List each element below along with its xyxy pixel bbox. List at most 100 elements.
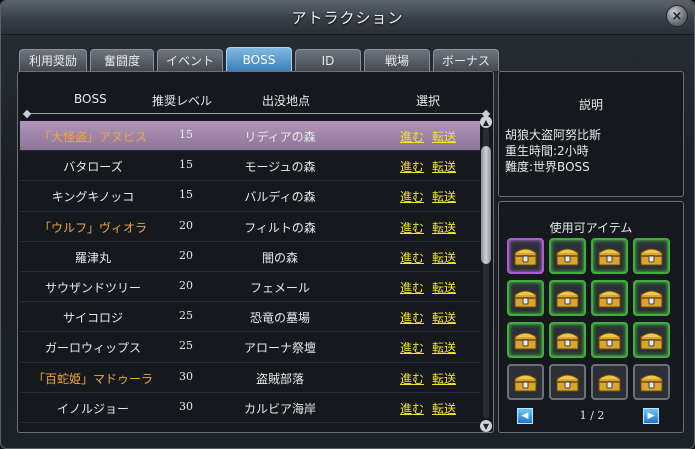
scrollbar[interactable]: ▲ ▼ <box>480 116 492 432</box>
item-slot[interactable] <box>549 364 586 400</box>
recommended-level: 30 <box>179 399 193 413</box>
treasure-chest-icon <box>514 290 537 308</box>
warp-link[interactable]: 転送 <box>432 309 456 326</box>
tab-event[interactable]: イベント <box>157 49 223 71</box>
item-slot[interactable] <box>507 238 544 274</box>
item-slot[interactable] <box>591 280 628 316</box>
go-link[interactable]: 進む <box>400 279 424 296</box>
tab-struggle[interactable]: 奮闘度 <box>90 49 154 71</box>
boss-row[interactable]: 「ウルフ」ヴィオラ 20 フィルトの森 進む 転送 <box>20 212 480 242</box>
boss-row[interactable]: イノルジョー 30 カルビア海岸 進む 転送 <box>20 393 480 423</box>
treasure-chest-icon <box>640 290 663 308</box>
go-link[interactable]: 進む <box>400 309 424 326</box>
chevron-down-icon: ▼ <box>482 421 490 431</box>
treasure-chest-icon <box>556 248 579 266</box>
item-slot[interactable] <box>549 238 586 274</box>
attraction-window: アトラクション × 利用奨励 奮闘度 イベント BOSS ID 戦場 ボーナス … <box>0 0 695 449</box>
treasure-chest-icon <box>598 374 621 392</box>
boss-row[interactable]: サウザンドツリー 20 フェメール 進む 転送 <box>20 272 480 303</box>
boss-row[interactable]: 羅津丸 20 闇の森 進む 転送 <box>20 242 480 272</box>
header-level: 推奨レベル <box>152 94 213 108</box>
go-link[interactable]: 進む <box>400 339 424 356</box>
warp-link[interactable]: 転送 <box>432 339 456 356</box>
warp-link[interactable]: 転送 <box>432 279 456 296</box>
go-link[interactable]: 進む <box>400 128 424 145</box>
item-slot[interactable] <box>507 364 544 400</box>
item-slot[interactable] <box>633 238 670 274</box>
boss-name: 「百蛇姫」マドゥーラ <box>32 371 153 386</box>
warp-link[interactable]: 転送 <box>432 370 456 387</box>
scroll-thumb[interactable] <box>481 146 491 264</box>
tab-bonus[interactable]: ボーナス <box>433 49 499 71</box>
go-link[interactable]: 進む <box>400 158 424 175</box>
spawn-location: 闇の森 <box>261 250 298 265</box>
tab-bar: 利用奨励 奮闘度 イベント BOSS ID 戦場 ボーナス <box>19 47 502 71</box>
description-line: 難度:世界BOSS <box>505 160 590 174</box>
warp-link[interactable]: 転送 <box>432 188 456 205</box>
boss-name: バタローズ <box>63 160 123 175</box>
boss-name: ガーロウィップス <box>44 341 141 356</box>
boss-row[interactable]: サイコロジ 25 恐竜の墓場 進む 転送 <box>20 302 480 333</box>
go-link[interactable]: 進む <box>400 370 424 387</box>
spawn-location: 盗賊部落 <box>255 371 304 386</box>
warp-link[interactable]: 転送 <box>432 219 456 236</box>
spawn-location: フェメール <box>249 280 310 295</box>
item-slot[interactable] <box>633 322 670 358</box>
treasure-chest-icon <box>598 290 621 308</box>
window-title: アトラクション <box>291 9 404 27</box>
warp-link[interactable]: 転送 <box>432 249 456 266</box>
scroll-up-button[interactable]: ▲ <box>480 116 492 128</box>
tab-boss[interactable]: BOSS <box>226 47 292 71</box>
tab-id[interactable]: ID <box>295 49 361 71</box>
item-slot[interactable] <box>591 364 628 400</box>
recommended-level: 20 <box>179 248 193 262</box>
item-slot[interactable] <box>549 280 586 316</box>
boss-row[interactable]: 「百蛇姫」マドゥーラ 30 盗賊部落 進む 転送 <box>20 363 480 393</box>
next-page-button[interactable]: ▶ <box>643 408 659 424</box>
boss-row[interactable]: バタローズ 15 モージュの森 進む 転送 <box>20 151 480 182</box>
warp-link[interactable]: 転送 <box>432 158 456 175</box>
item-slot[interactable] <box>591 238 628 274</box>
item-slot[interactable] <box>507 322 544 358</box>
go-link[interactable]: 進む <box>400 249 424 266</box>
item-grid <box>507 238 675 400</box>
boss-list-panel: BOSS 推奨レベル 出没地点 選択 「大怪盗」アヌビス 15 リディアの森 進む 転送… <box>17 71 494 433</box>
description-panel: 説明 胡狼大盗阿努比斯 重生時間:2小時 難度:世界BOSS <box>498 71 684 197</box>
item-slot[interactable] <box>633 364 670 400</box>
close-button[interactable]: × <box>666 5 688 27</box>
description-line: 胡狼大盗阿努比斯 <box>505 128 602 142</box>
recommended-level: 15 <box>179 188 193 202</box>
boss-row[interactable]: キングキノッコ 15 バルディの森 進む 転送 <box>20 181 480 212</box>
go-link[interactable]: 進む <box>400 219 424 236</box>
description-line: 重生時間:2小時 <box>505 144 589 158</box>
treasure-chest-icon <box>640 374 663 392</box>
boss-name: イノルジョー <box>56 401 129 416</box>
spawn-location: モージュの森 <box>244 160 316 175</box>
tab-battlefield[interactable]: 戦場 <box>364 49 430 71</box>
boss-name: キングキノッコ <box>51 190 135 205</box>
item-slot[interactable] <box>549 322 586 358</box>
warp-link[interactable]: 転送 <box>432 400 456 417</box>
scroll-down-button[interactable]: ▼ <box>480 420 492 432</box>
boss-name: 羅津丸 <box>74 250 111 265</box>
close-icon: × <box>671 8 683 24</box>
treasure-chest-icon <box>598 332 621 350</box>
go-link[interactable]: 進む <box>400 400 424 417</box>
boss-name: サイコロジ <box>62 311 123 326</box>
go-link[interactable]: 進む <box>400 188 424 205</box>
recommended-level: 25 <box>179 339 193 353</box>
item-slot[interactable] <box>591 322 628 358</box>
spawn-location: リディアの森 <box>244 130 316 144</box>
boss-row[interactable]: ガーロウィップス 25 アローナ祭壇 進む 転送 <box>20 332 480 363</box>
boss-name: 「大怪盗」アヌビス <box>38 130 147 144</box>
warp-link[interactable]: 転送 <box>432 128 456 145</box>
boss-name: サウザンドツリー <box>44 280 141 295</box>
recommended-level: 25 <box>179 309 193 323</box>
tab-usage-reward[interactable]: 利用奨励 <box>19 49 87 71</box>
treasure-chest-icon <box>514 248 537 266</box>
item-slot[interactable] <box>507 280 544 316</box>
item-slot[interactable] <box>633 280 670 316</box>
title-bar[interactable]: アトラクション × <box>1 1 694 35</box>
boss-row[interactable]: 「大怪盗」アヌビス 15 リディアの森 進む 転送 <box>20 121 480 152</box>
boss-rows: 「大怪盗」アヌビス 15 リディアの森 進む 転送 バタローズ 15 モージュの森 進む 転送 キン… <box>20 121 480 423</box>
